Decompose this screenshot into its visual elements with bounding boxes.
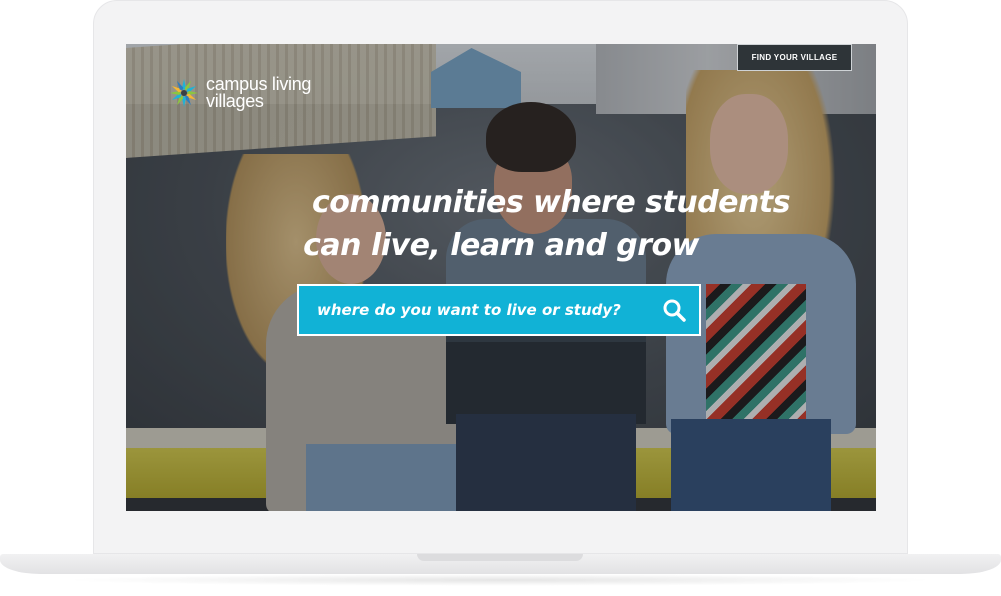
site-logo[interactable]: campus living villages: [168, 75, 311, 111]
starburst-logo-icon: [170, 79, 198, 107]
site-logo-text: campus living villages: [206, 75, 311, 111]
hero-headline-line2: can live, learn and grow: [303, 228, 699, 263]
laptop-shadow: [60, 574, 940, 586]
hero-overlay: [126, 44, 876, 511]
search-bar: [297, 284, 701, 336]
hero-headline-line1: communities where students: [311, 185, 791, 220]
laptop-screen: campus living villages FIND YOUR VILLAGE…: [126, 44, 876, 511]
laptop-base-notch: [417, 554, 583, 561]
find-your-village-button[interactable]: FIND YOUR VILLAGE: [737, 44, 852, 71]
search-icon[interactable]: [649, 286, 699, 334]
logo-text-line2: villages: [206, 91, 264, 111]
laptop-mockup: campus living villages FIND YOUR VILLAGE…: [0, 0, 1001, 596]
hero-headline: communities where students can live, lea…: [126, 181, 790, 267]
search-input[interactable]: [299, 285, 649, 335]
